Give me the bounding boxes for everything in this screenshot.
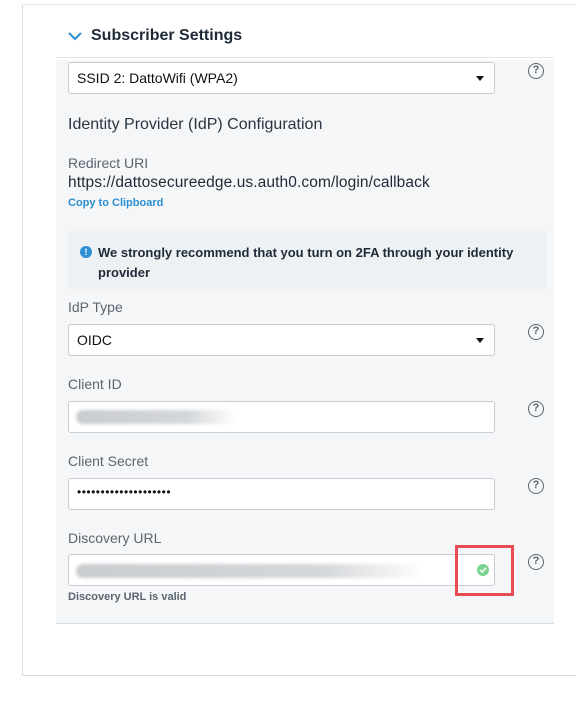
redirect-uri-label: Redirect URI xyxy=(68,155,149,171)
help-icon[interactable]: ? xyxy=(528,554,544,570)
caret-down-icon xyxy=(476,337,484,343)
notice-text: We strongly recommend that you turn on 2… xyxy=(98,245,514,280)
info-icon: ! xyxy=(80,246,92,258)
discovery-url-status: Discovery URL is valid xyxy=(68,591,187,603)
client-id-label: Client ID xyxy=(68,376,122,392)
idp-type-label: IdP Type xyxy=(68,299,123,315)
redirect-uri-value: https://dattosecureedge.us.auth0.com/log… xyxy=(68,174,430,191)
ssid-select[interactable]: SSID 2: DattoWifi (WPA2) xyxy=(68,62,495,94)
twofa-notice: ! We strongly recommend that you turn on… xyxy=(68,231,547,289)
discovery-url-input[interactable] xyxy=(68,554,495,586)
redacted-value xyxy=(76,564,426,578)
ssid-select-value: SSID 2: DattoWifi (WPA2) xyxy=(77,70,238,86)
section-title: Subscriber Settings xyxy=(91,26,243,44)
idp-type-select[interactable]: OIDC xyxy=(68,324,495,356)
redacted-value xyxy=(76,410,236,424)
client-id-input[interactable] xyxy=(68,401,495,433)
caret-down-icon xyxy=(476,75,484,81)
highlight-box xyxy=(455,545,514,596)
copy-to-clipboard-link[interactable]: Copy to Clipboard xyxy=(68,197,163,209)
client-secret-masked-value: •••••••••••••••••••• xyxy=(77,485,172,499)
help-icon[interactable]: ? xyxy=(528,324,544,340)
client-secret-input[interactable]: •••••••••••••••••••• xyxy=(68,478,495,510)
idp-config-title: Identity Provider (IdP) Configuration xyxy=(68,116,323,133)
help-icon[interactable]: ? xyxy=(528,63,544,79)
subscriber-settings-header[interactable]: Subscriber Settings xyxy=(56,14,554,58)
help-icon[interactable]: ? xyxy=(528,401,544,417)
chevron-down-icon[interactable] xyxy=(68,29,82,43)
discovery-url-label: Discovery URL xyxy=(68,530,162,546)
help-icon[interactable]: ? xyxy=(528,478,544,494)
idp-type-value: OIDC xyxy=(77,332,112,348)
client-secret-label: Client Secret xyxy=(68,453,149,469)
